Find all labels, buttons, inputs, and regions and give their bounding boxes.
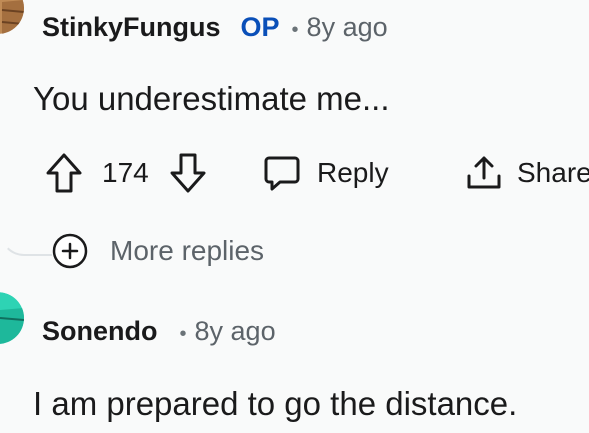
comment-meta: Sonendo • 8y ago [42,316,276,347]
reply-label: Reply [317,157,389,188]
arrow-down-outline-icon [170,153,206,193]
avatar[interactable] [0,0,24,34]
more-replies-button[interactable]: More replies [52,233,264,269]
speech-bubble-icon [264,156,300,191]
share-upload-icon [467,156,501,189]
reply-button[interactable]: Reply [263,151,389,195]
share-label: Share [517,157,589,188]
timestamp[interactable]: 8y ago [195,316,276,347]
comment-meta: StinkyFungus OP • 8y ago [42,12,388,43]
downvote-button[interactable] [169,151,207,195]
comment-body: You underestimate me... [33,80,390,117]
avatar[interactable] [0,292,24,344]
separator-dot: • [291,19,299,41]
comment-body: I am prepared to go the distance. [33,385,518,422]
separator-dot: • [179,323,187,345]
more-replies-label: More replies [110,235,265,266]
thread-line [0,228,52,256]
vote-score: 174 [102,157,149,188]
op-badge: OP [240,12,280,42]
upvote-button[interactable] [45,151,83,195]
share-button[interactable]: Share [465,151,589,195]
timestamp[interactable]: 8y ago [307,12,388,43]
username[interactable]: Sonendo [42,316,158,347]
comment-actions: 174 Reply Share [45,151,589,195]
username[interactable]: StinkyFungus [42,12,221,43]
arrow-up-outline-icon [46,153,82,193]
plus-circle-icon [52,233,88,269]
